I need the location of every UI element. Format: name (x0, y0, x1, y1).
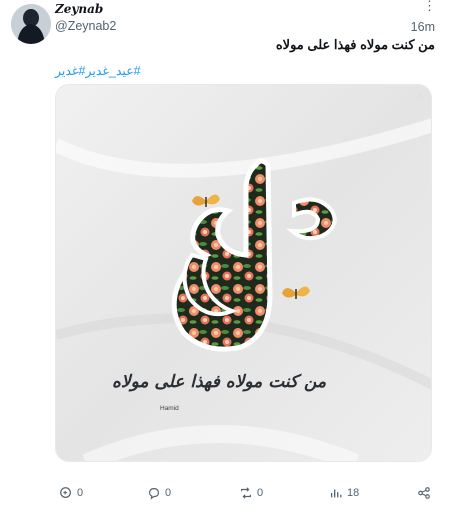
share-icon (418, 487, 430, 499)
views-count: 18 (347, 487, 360, 499)
artwork-signature: Hamid (160, 405, 179, 412)
tweet-image[interactable]: ◌ من کنت مولاه فهذا علی مولاه Hamid (55, 84, 432, 462)
display-name[interactable]: Zeynab (55, 2, 103, 16)
comment-count: 0 (165, 487, 172, 499)
hashtag-eid-ghadir[interactable]: #عید_غدیر (85, 64, 140, 78)
user-handle[interactable]: @Zeynab2 (55, 19, 116, 33)
artwork-caption: من کنت مولاه فهذا علی مولاه (112, 372, 327, 392)
more-options-icon[interactable]: ⋮ (423, 0, 436, 12)
comment-button[interactable]: 0 (147, 485, 171, 501)
retweet-count: 0 (257, 487, 264, 499)
image-corner-mark-icon: ◌ (416, 92, 423, 104)
tweet-actions: 0 0 0 18 (55, 485, 435, 501)
reply-button[interactable]: 0 (59, 485, 83, 501)
share-button[interactable] (417, 485, 431, 501)
views-icon (330, 489, 342, 498)
retweet-button[interactable]: 0 (239, 485, 263, 501)
tweet: Zeynab @Zeynab2 ⋮ 16m من كنت مولاه فهذا … (0, 0, 453, 512)
retweet-icon (241, 487, 251, 499)
timestamp[interactable]: 16m (411, 20, 435, 34)
views-button[interactable]: 18 (329, 485, 359, 501)
hashtag-ghadir[interactable]: #غدیر (55, 64, 85, 78)
reply-icon (60, 487, 71, 498)
tweet-text: من كنت مولاه فهذا علی مولاه (275, 37, 435, 52)
hashtags: #عید_غدیر#غدیر (55, 63, 141, 78)
avatar[interactable] (11, 4, 51, 44)
calligraphy-artwork (56, 85, 431, 461)
reply-count: 0 (77, 487, 84, 499)
comment-icon (149, 488, 159, 500)
